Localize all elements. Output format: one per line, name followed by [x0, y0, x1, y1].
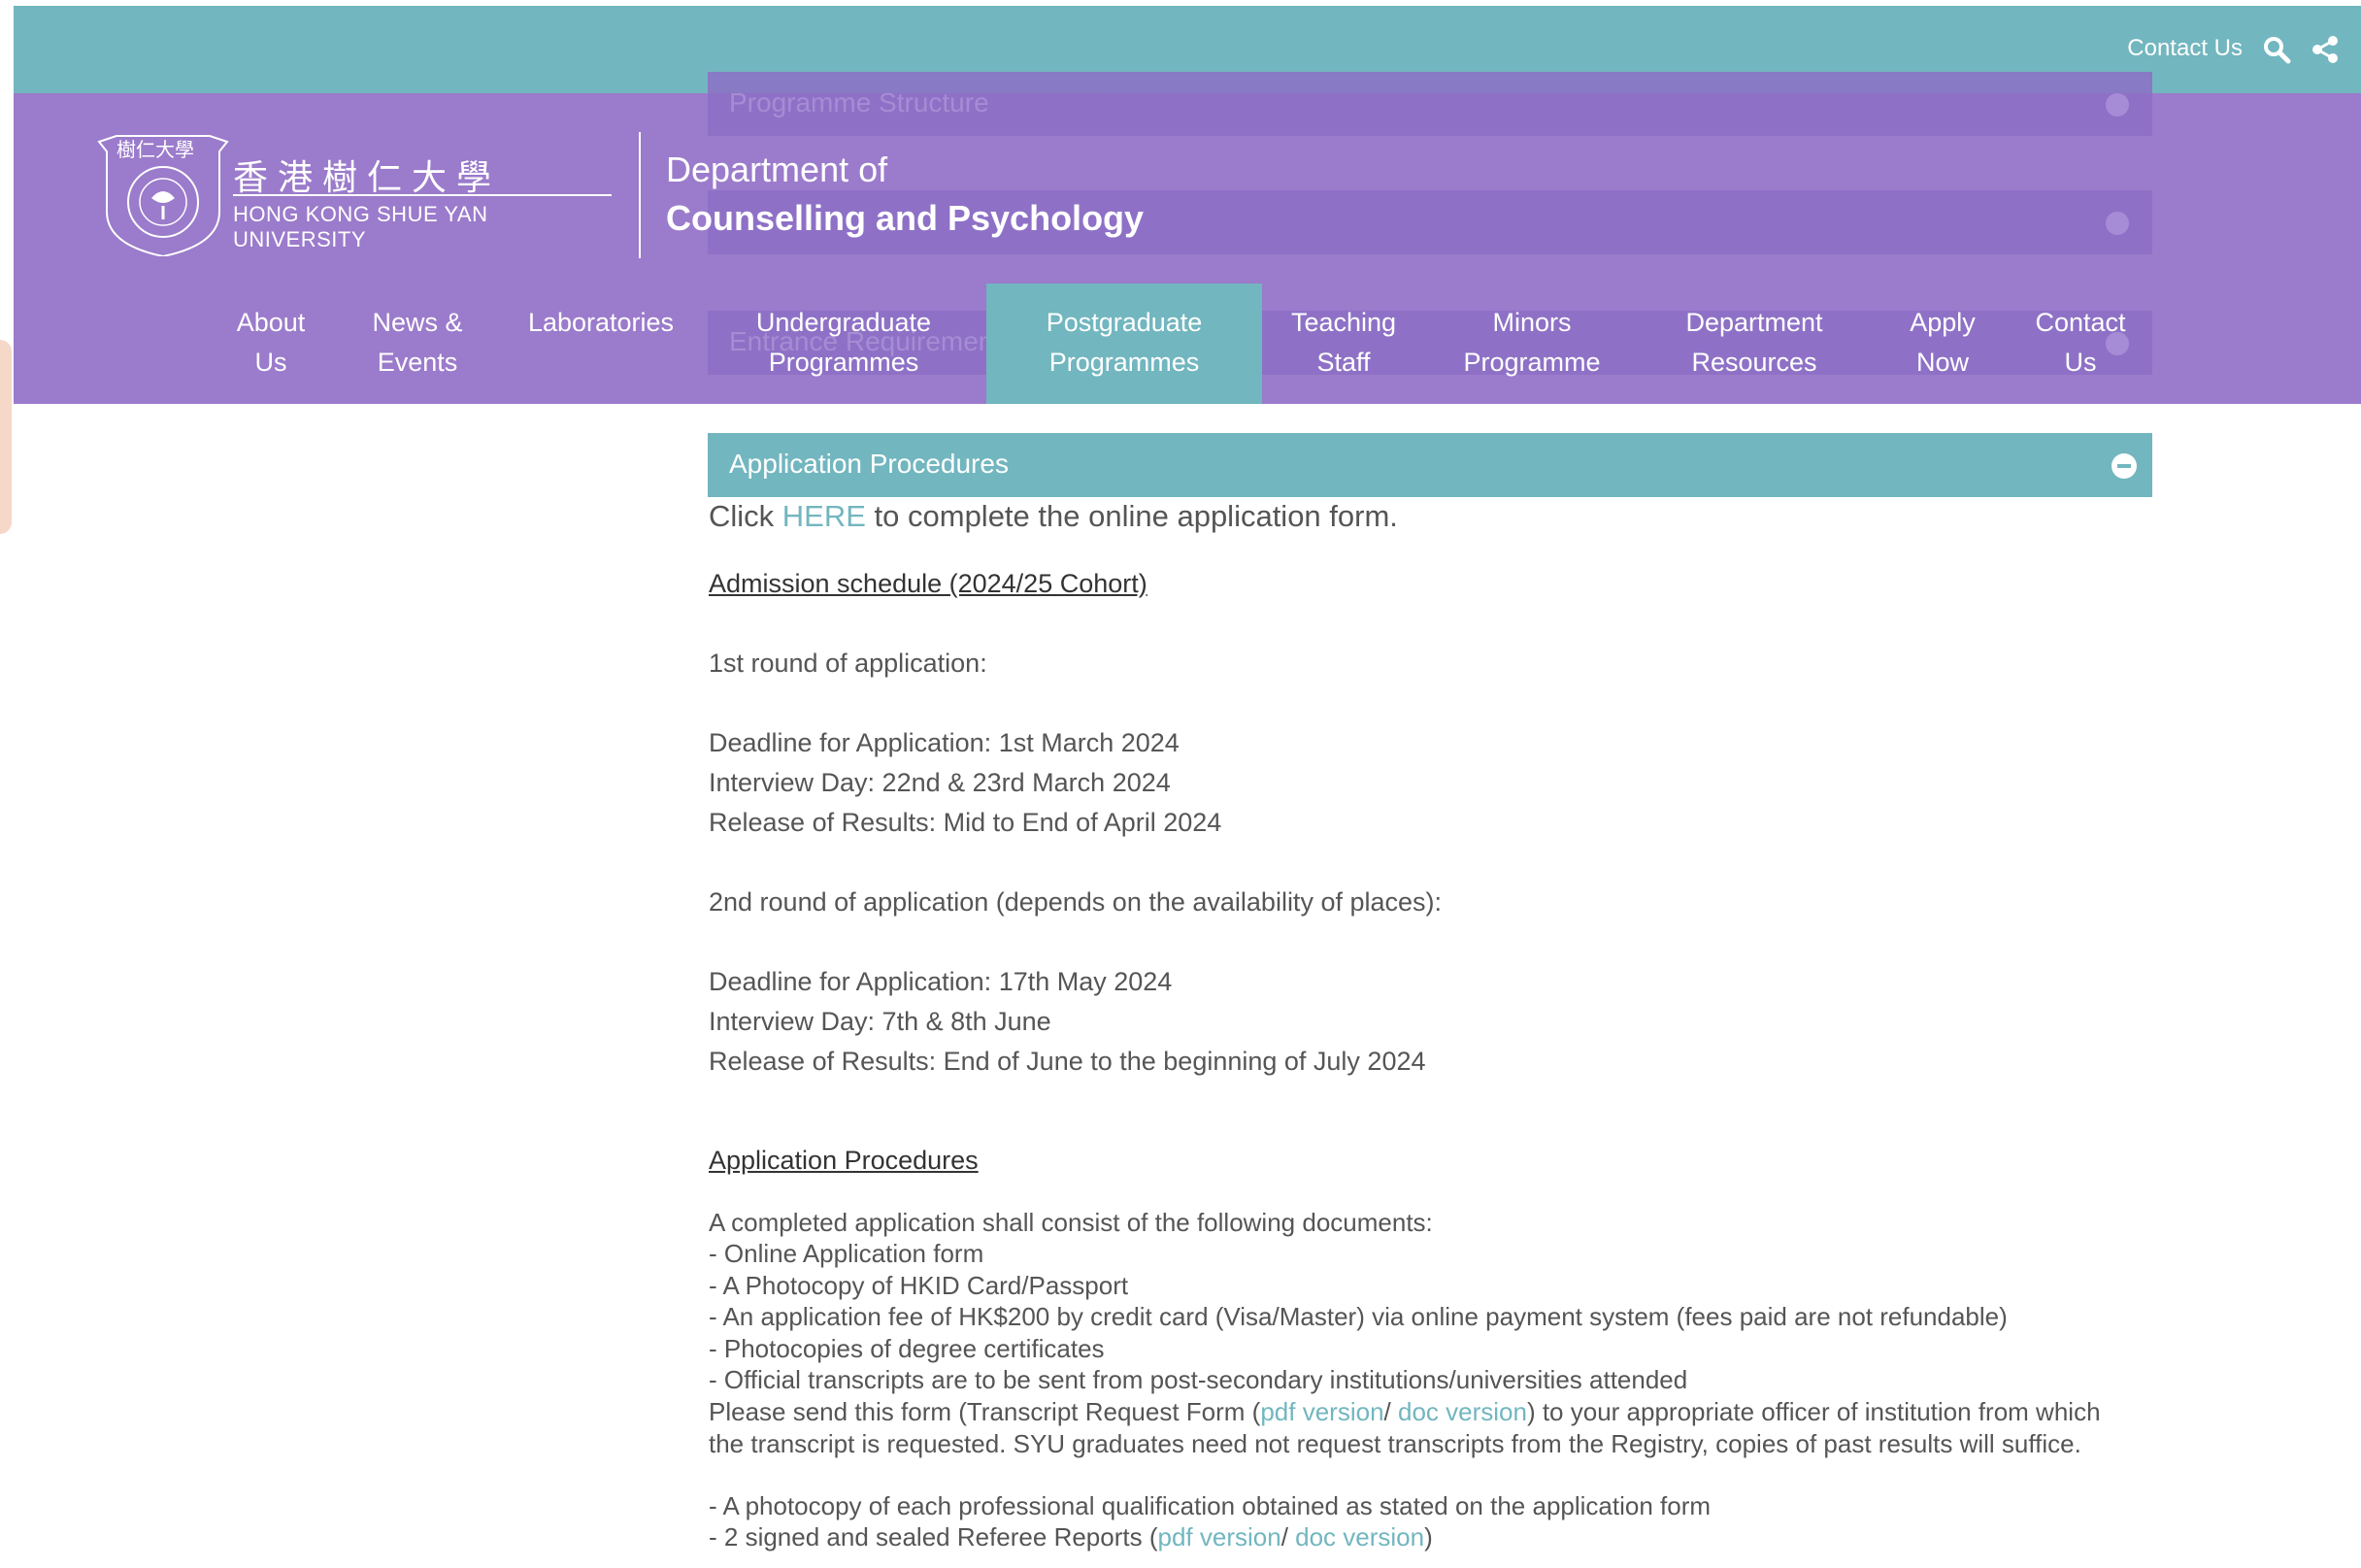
doc-item: - Official transcripts are to be sent fr…	[709, 1365, 1688, 1394]
nav-contact-us[interactable]: Contact Us	[2027, 284, 2134, 404]
nav-label: News &	[372, 308, 463, 337]
nav-label: Now	[1915, 348, 1969, 377]
text: /	[1383, 1397, 1398, 1426]
round2-results: Release of Results: End of June to the b…	[709, 1047, 1426, 1076]
nav-label: Staff	[1316, 348, 1371, 377]
round1-results: Release of Results: Mid to End of April …	[709, 808, 1222, 837]
left-edge	[0, 0, 14, 1568]
text: - 2 signed and sealed Referee Reports (	[709, 1522, 1158, 1551]
accordion-application-procedures[interactable]: Application Procedures	[708, 433, 2152, 497]
nav-department-resources[interactable]: Department Resources	[1676, 284, 1833, 404]
text: /	[1280, 1522, 1296, 1551]
doc-item: - An application fee of HK$200 by credit…	[709, 1302, 2008, 1331]
share-icon[interactable]	[2311, 35, 2340, 64]
logo-chinese-name: 香港樹仁大學	[233, 158, 502, 198]
nav-label: Minors	[1492, 308, 1572, 337]
contact-us-link[interactable]: Contact Us	[2127, 35, 2243, 62]
text: Click	[709, 499, 782, 533]
plus-icon	[2106, 212, 2129, 235]
referee-item: - 2 signed and sealed Referee Reports (p…	[709, 1522, 1433, 1552]
collapse-icon[interactable]	[2112, 453, 2137, 479]
ghost-accordion-programme-structure: Programme Structure	[708, 72, 2152, 136]
round1-title: 1st round of application:	[709, 649, 987, 678]
nav-label: Programme	[1463, 348, 1601, 377]
nav-teaching-staff[interactable]: Teaching Staff	[1278, 284, 1410, 404]
online-form-line: Click HERE to complete the online applic…	[709, 499, 1398, 534]
transcript-paragraph: Please send this form (Transcript Reques…	[709, 1396, 2136, 1460]
nav-label: Department	[1685, 308, 1823, 337]
nav-label: Us	[2064, 348, 2097, 377]
docs-intro: A completed application shall consist of…	[709, 1208, 1433, 1237]
round2-interview: Interview Day: 7th & 8th June	[709, 1007, 1051, 1036]
here-link[interactable]: HERE	[782, 499, 866, 533]
round2-deadline: Deadline for Application: 17th May 2024	[709, 967, 1173, 996]
transcript-pdf-link[interactable]: pdf version	[1260, 1397, 1383, 1426]
nav-label: Apply	[1910, 308, 1976, 337]
nav-label: Postgraduate	[1046, 308, 1203, 337]
nav-label: Resources	[1691, 348, 1817, 377]
nav-label: About	[236, 308, 306, 337]
nav-label: Events	[377, 348, 458, 377]
schedule-heading: Admission schedule (2024/25 Cohort)	[709, 569, 1147, 598]
nav-label: Programmes	[1048, 348, 1200, 377]
nav-label: Undergraduate	[755, 308, 932, 337]
nav-apply-now[interactable]: Apply Now	[1899, 284, 1986, 404]
search-icon[interactable]	[2262, 35, 2291, 64]
department-name[interactable]: Counselling and Psychology	[666, 198, 1144, 239]
nav-label: Us	[254, 348, 287, 377]
round2-title: 2nd round of application (depends on the…	[709, 887, 1442, 917]
edge-decoration	[0, 340, 12, 534]
referee-doc-link[interactable]: doc version	[1295, 1522, 1424, 1551]
nav-label: Laboratories	[527, 308, 675, 337]
round1-deadline: Deadline for Application: 1st March 2024	[709, 728, 1180, 757]
plus-icon	[2106, 93, 2129, 117]
nav-laboratories[interactable]: Laboratories	[518, 284, 683, 404]
nav-label: Programmes	[768, 348, 919, 377]
text: )	[1424, 1522, 1433, 1551]
nav-minors-programme[interactable]: Minors Programme	[1452, 284, 1612, 404]
round1-interview: Interview Day: 22nd & 23rd March 2024	[709, 768, 1171, 797]
doc-item: - A photocopy of each professional quali…	[709, 1491, 1712, 1520]
department-label: Department of	[666, 150, 888, 189]
doc-item: - Online Application form	[709, 1239, 984, 1268]
doc-item: - A Photocopy of HKID Card/Passport	[709, 1271, 1129, 1300]
nav-about-us[interactable]: About Us	[219, 284, 322, 404]
referee-pdf-link[interactable]: pdf version	[1158, 1522, 1281, 1551]
accordion-title: Application Procedures	[729, 449, 1009, 479]
doc-item: - Photocopies of degree certificates	[709, 1334, 1105, 1363]
nav-undergraduate[interactable]: Undergraduate Programmes	[738, 284, 949, 404]
procedures-heading: Application Procedures	[709, 1146, 979, 1175]
logo-english-name: HONG KONG SHUE YAN UNIVERSITY	[233, 202, 488, 251]
transcript-doc-link[interactable]: doc version	[1398, 1397, 1527, 1426]
text: to complete the online application form.	[865, 499, 1398, 533]
nav-label: Teaching	[1290, 308, 1397, 337]
logo-divider	[233, 194, 612, 196]
university-logo[interactable]: 樹仁大學 香港樹仁大學 HONG KONG SHUE YAN UNIVERSIT…	[95, 130, 617, 256]
ghost-label: Programme Structure	[729, 87, 989, 117]
nav-news-events[interactable]: News & Events	[359, 284, 476, 404]
nav-label: Contact	[2035, 308, 2126, 337]
crest-text: 樹仁大學	[116, 138, 194, 161]
nav-postgraduate[interactable]: Postgraduate Programmes	[986, 284, 1262, 404]
header-divider	[639, 132, 641, 258]
text: Please send this form (Transcript Reques…	[709, 1397, 1261, 1426]
